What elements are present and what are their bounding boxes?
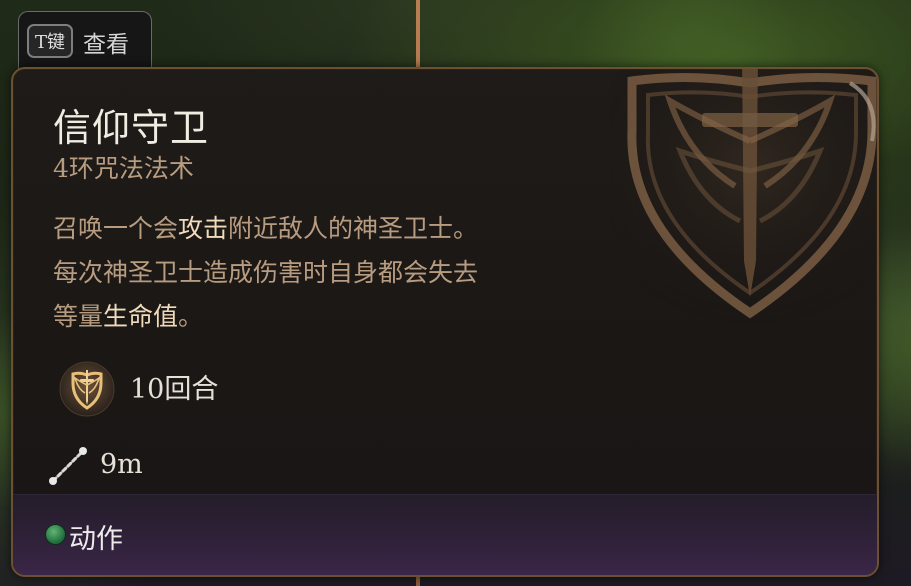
spell-range: 9m bbox=[100, 449, 143, 480]
spell-duration: 10回合 bbox=[130, 374, 219, 405]
t-key-icon: T键 bbox=[27, 24, 73, 58]
spell-level-school: 4环咒法法术 bbox=[53, 154, 194, 183]
spell-tooltip: 信仰守卫 4环咒法法术 召唤一个会攻击附近敌人的神圣卫士。 每次神圣卫士造成伤害… bbox=[11, 67, 879, 577]
description-text: 。 bbox=[178, 302, 204, 331]
keyword-hit-points[interactable]: 生命值 bbox=[103, 302, 178, 331]
spell-description: 召唤一个会攻击附近敌人的神圣卫士。 每次神圣卫士造成伤害时自身都会失去 等量生命… bbox=[53, 207, 693, 339]
description-text: 召唤一个会 bbox=[53, 214, 179, 243]
description-text: 等量 bbox=[53, 302, 104, 331]
description-text: 附近敌人的神圣卫士。 bbox=[228, 214, 479, 243]
view-label: 查看 bbox=[83, 32, 129, 58]
action-resource-dot-icon bbox=[45, 524, 66, 545]
view-details-tab[interactable]: T键 查看 bbox=[18, 11, 152, 73]
action-cost-label: 动作 bbox=[69, 524, 123, 555]
spell-title: 信仰守卫 bbox=[53, 106, 210, 150]
keyword-attack[interactable]: 攻击 bbox=[178, 214, 228, 243]
guardian-of-faith-small-icon bbox=[59, 361, 115, 417]
action-cost-bar: 动作 bbox=[13, 494, 877, 575]
description-text: 每次神圣卫士造成伤害时自身都会失去 bbox=[53, 258, 479, 287]
ruler-range-icon bbox=[49, 447, 87, 485]
